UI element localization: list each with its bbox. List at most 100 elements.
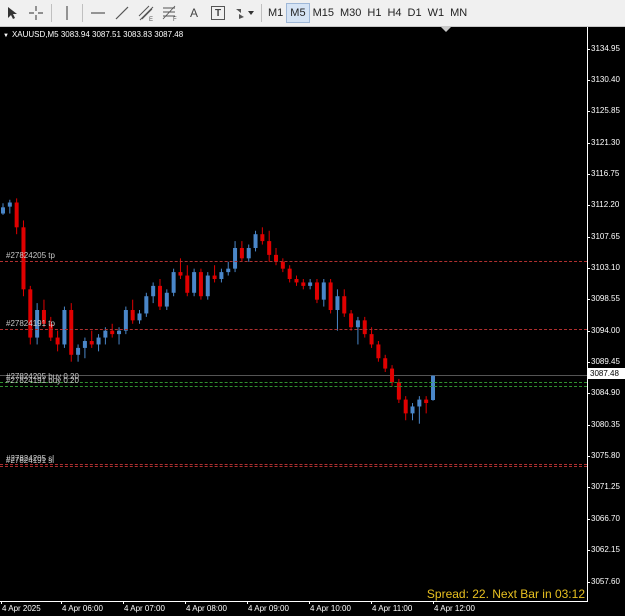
order-line[interactable] — [0, 328, 587, 330]
candle — [226, 261, 231, 276]
candle — [424, 396, 429, 414]
candle — [82, 337, 87, 359]
candle — [383, 354, 388, 373]
candle-body — [137, 313, 142, 321]
candle-body — [308, 282, 313, 286]
price-tick-label: 3057.60 — [591, 576, 620, 586]
candle-body — [219, 272, 224, 279]
price-tick-label: 3080.35 — [591, 419, 620, 429]
candle — [417, 396, 422, 424]
price-tick-label: 3075.80 — [591, 451, 620, 461]
candle-body — [69, 310, 74, 355]
candle — [403, 396, 408, 421]
price-tick-mark — [587, 550, 590, 552]
candle — [410, 403, 415, 421]
candle — [321, 278, 326, 307]
candle-body — [151, 285, 156, 297]
candle-body — [403, 399, 408, 414]
candle — [267, 230, 272, 262]
price-tick-label: 3084.90 — [591, 388, 620, 398]
price-tick-mark — [587, 48, 590, 50]
candle — [253, 230, 258, 252]
candle — [294, 275, 299, 286]
time-axis — [0, 601, 588, 602]
candle — [137, 310, 142, 324]
time-tick-mark — [185, 601, 186, 604]
candle-body — [103, 330, 108, 338]
candle — [205, 272, 210, 300]
candle-body — [192, 272, 197, 293]
price-tick-label: 3071.25 — [591, 482, 620, 492]
candle-body — [342, 296, 347, 314]
candle-body — [431, 375, 435, 400]
candle-body — [76, 347, 81, 355]
candle-body — [335, 296, 340, 311]
order-line[interactable] — [0, 261, 587, 263]
order-line[interactable] — [0, 465, 587, 467]
candle-body — [96, 337, 101, 345]
candle-body — [82, 341, 87, 348]
price-tick-mark — [587, 424, 590, 426]
current-price-label: 3087.48 — [588, 368, 625, 379]
candle — [185, 265, 190, 297]
time-tick-label: 4 Apr 07:00 — [124, 604, 165, 613]
candle-body — [157, 285, 162, 307]
candle-body — [62, 310, 67, 345]
time-tick-label: 4 Apr 12:00 — [434, 604, 475, 613]
price-tick-label: 3066.70 — [591, 513, 620, 523]
price-tick-mark — [587, 581, 590, 583]
candle-body — [205, 275, 210, 297]
price-tick-label: 3062.15 — [591, 545, 620, 555]
price-tick-mark — [587, 518, 590, 520]
price-axis — [587, 27, 588, 602]
candle-body — [110, 330, 115, 335]
order-label: #27824205 tp — [6, 251, 55, 261]
candle-body — [321, 282, 326, 300]
candle-body — [362, 320, 367, 335]
candle — [301, 278, 306, 290]
order-label: #27824191 tp — [6, 318, 55, 328]
candle-body — [226, 268, 231, 273]
candle — [96, 334, 101, 352]
candle-body — [424, 399, 429, 404]
time-tick-mark — [433, 601, 434, 604]
candle-body — [369, 334, 374, 345]
order-line[interactable] — [0, 386, 587, 388]
price-tick-mark — [587, 236, 590, 238]
time-tick-mark — [1, 601, 2, 604]
candle-body — [383, 358, 388, 369]
price-tick-mark — [587, 456, 590, 458]
order-line[interactable] — [0, 382, 587, 384]
candle-body — [212, 275, 217, 279]
spread-info: Spread: 22. Next Bar in 03:12 — [426, 587, 585, 601]
price-tick-mark — [587, 299, 590, 301]
time-tick-label: 4 Apr 06:00 — [62, 604, 103, 613]
price-tick-mark — [587, 330, 590, 332]
candle-body — [233, 247, 238, 269]
candle-body — [349, 313, 354, 328]
candle — [349, 310, 354, 331]
candle — [117, 327, 122, 345]
candle — [192, 268, 197, 297]
price-tick-mark — [587, 205, 590, 207]
candle — [287, 265, 292, 283]
candle-body — [314, 282, 319, 300]
time-tick-mark — [123, 601, 124, 604]
candle — [1, 203, 5, 215]
candle-body — [130, 310, 135, 321]
time-tick-label: 4 Apr 10:00 — [310, 604, 351, 613]
candle — [328, 278, 333, 314]
candle — [110, 323, 115, 338]
candlestick-series — [0, 198, 587, 424]
candle — [260, 227, 265, 245]
candle — [314, 278, 319, 304]
time-tick-label: 4 Apr 08:00 — [186, 604, 227, 613]
candle — [239, 241, 244, 262]
candle-body — [178, 272, 183, 276]
price-tick-label: 3103.10 — [591, 262, 620, 272]
candle — [144, 292, 149, 317]
candle — [376, 341, 381, 362]
candle — [362, 316, 367, 338]
candle-body — [301, 282, 306, 286]
candle — [76, 344, 81, 362]
